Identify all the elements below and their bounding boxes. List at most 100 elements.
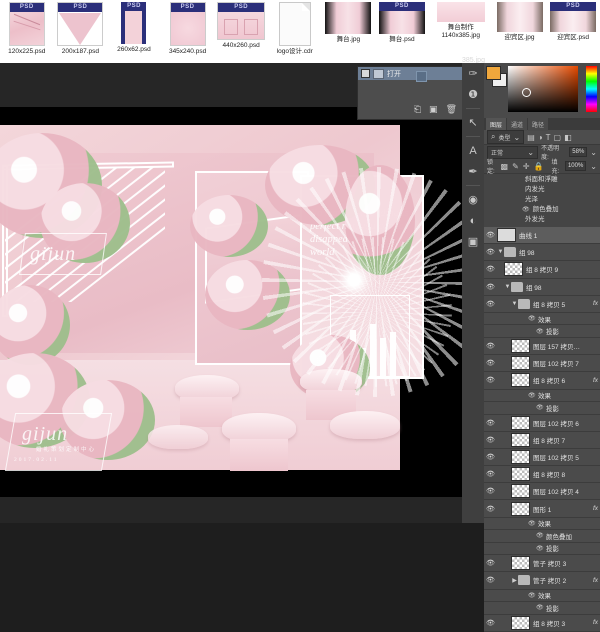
layer-row[interactable]: 👁 组 8 拷贝 9 xyxy=(484,261,600,279)
chevron-down-icon[interactable]: ▼ xyxy=(511,301,518,307)
layer-thumbnail[interactable] xyxy=(511,415,530,430)
file-item[interactable]: 舞台.jpg xyxy=(322,0,376,63)
chevron-right-icon[interactable]: ▶ xyxy=(511,577,518,584)
layer-row[interactable]: 👁 组 8 拷贝 3 fx xyxy=(484,614,600,632)
layer-row[interactable]: 👁 图层 102 拷贝 7 xyxy=(484,355,600,373)
blend-mode-bar[interactable]: 正常 ⌄ 不透明度: 58% ⌄ xyxy=(484,145,600,161)
layer-row[interactable]: 👁 图层 102 拷贝 4 xyxy=(484,483,600,501)
lock-position-icon[interactable]: ✛ xyxy=(523,162,530,171)
chevron-down-icon[interactable]: ▼ xyxy=(504,284,511,290)
trash-icon[interactable]: 🗑 xyxy=(446,104,457,115)
layer-effect-item[interactable]: 👁 投影 xyxy=(484,542,600,556)
file-item[interactable]: 迎宾区.jpg xyxy=(493,0,547,63)
tab-图层[interactable]: 图层 xyxy=(486,117,507,131)
layer-list[interactable]: 👁 曲线 1 👁 ▼ 组 98 👁 组 8 拷贝 9 👁 ▼ 组 98 👁 ▼ 组 8 拷贝 5 fx 👁 效… xyxy=(484,227,600,632)
layer-thumbnail[interactable] xyxy=(511,449,530,464)
layer-thumbnail[interactable] xyxy=(511,467,530,482)
layer-visibility-icon[interactable]: 👁 xyxy=(484,559,497,567)
layer-thumbnail[interactable] xyxy=(511,432,530,447)
layer-thumbnail[interactable] xyxy=(511,356,530,371)
eye-icon[interactable]: 👁 xyxy=(536,328,544,335)
layer-fx-icon[interactable]: fx xyxy=(593,300,600,307)
layer-fx-icon[interactable]: fx xyxy=(593,619,600,626)
layer-thumbnail[interactable] xyxy=(504,262,523,277)
layer-visibility-icon[interactable]: 👁 xyxy=(484,453,497,461)
layer-fx-icon[interactable]: fx xyxy=(593,505,600,512)
tab-通道[interactable]: 通道 xyxy=(507,117,528,131)
layer-visibility-icon[interactable]: 👁 xyxy=(484,576,497,584)
new-doc-icon[interactable]: ⎗ xyxy=(414,104,421,115)
layer-row[interactable]: 👁 管子 拷贝 3 xyxy=(484,555,600,573)
layer-visibility-icon[interactable]: 👁 xyxy=(484,342,497,350)
pen-tool[interactable]: ✒ xyxy=(462,161,484,182)
filter-shape-icon[interactable]: ▢ xyxy=(554,133,562,142)
hue-strip[interactable] xyxy=(586,66,597,112)
lock-all-icon[interactable]: 🔒 xyxy=(533,162,543,171)
info-tool[interactable]: ❶ xyxy=(462,84,484,105)
chevron-down-icon[interactable]: ▼ xyxy=(497,249,504,255)
tool-column[interactable]: ✑ ❶ ↖ A ✒ ◉ ◐ ▣ xyxy=(462,63,485,523)
layer-effect-item[interactable]: 👁 投影 xyxy=(484,325,600,338)
layer-row[interactable]: 👁 组 8 拷贝 8 xyxy=(484,466,600,484)
open-panel-row[interactable]: 打开 xyxy=(358,67,463,80)
file-item[interactable]: PSD 舞台.psd xyxy=(375,0,429,63)
layer-visibility-icon[interactable]: 👁 xyxy=(484,505,497,513)
type-tool[interactable]: A xyxy=(462,140,484,161)
layer-visibility-icon[interactable]: 👁 xyxy=(484,265,497,273)
lock-transparent-icon[interactable]: ▩ xyxy=(501,162,509,171)
layer-row[interactable]: 👁 组 8 拷贝 6 fx xyxy=(484,372,600,390)
layer-row[interactable]: 👁 曲线 1 xyxy=(484,227,600,245)
effect-entry[interactable]: 内发光 xyxy=(484,185,600,195)
color-picker-cursor[interactable] xyxy=(522,88,531,97)
layer-thumbnail[interactable] xyxy=(511,373,530,388)
layer-visibility-icon[interactable]: 👁 xyxy=(484,436,497,444)
eye-icon[interactable]: 👁 xyxy=(536,545,544,552)
file-item[interactable]: PSD 120x225.psd xyxy=(0,0,54,63)
layer-row[interactable]: 👁 组 8 拷贝 7 xyxy=(484,431,600,449)
layer-row[interactable]: 👁 图层 102 拷贝 5 xyxy=(484,448,600,467)
layers-panel-tabs[interactable]: 图层 通道 路径 xyxy=(484,117,600,131)
layer-row[interactable]: 👁 图层 102 拷贝 6 xyxy=(484,414,600,432)
color-gradient-field[interactable] xyxy=(508,66,578,112)
file-item[interactable]: PSD 迎宾区.psd xyxy=(546,0,600,63)
layer-row[interactable]: 👁 ▶ 管子 拷贝 2 fx xyxy=(484,572,600,590)
tab-路径[interactable]: 路径 xyxy=(528,117,549,131)
layer-visibility-icon[interactable]: 👁 xyxy=(484,248,497,256)
layer-visibility-icon[interactable]: 👁 xyxy=(484,619,497,627)
layer-visibility-icon[interactable]: 👁 xyxy=(484,231,497,239)
layer-fx-icon[interactable]: fx xyxy=(593,377,600,384)
filter-kind-select[interactable]: ⌕ 类型 ⌄ xyxy=(487,130,525,144)
eye-icon[interactable]: 👁 xyxy=(528,592,536,599)
filter-adjustment-icon[interactable]: ◑ xyxy=(538,133,543,142)
photoshop-canvas[interactable]: No matter the ending is perfect not, you… xyxy=(0,107,462,497)
window-control-square[interactable] xyxy=(416,71,427,82)
layer-thumbnail[interactable] xyxy=(511,339,530,354)
effect-entry[interactable]: 👁 颜色叠加 xyxy=(484,205,600,215)
layer-effects-group[interactable]: 👁 效果 xyxy=(484,589,600,602)
eye-icon[interactable]: 👁 xyxy=(528,315,536,322)
file-item[interactable]: 舞台制作1140x385.jpg xyxy=(429,0,493,63)
layer-visibility-icon[interactable]: 👁 xyxy=(484,470,497,478)
layer-thumbnail[interactable] xyxy=(497,228,516,243)
camera-icon[interactable]: ▣ xyxy=(429,104,438,115)
effect-entry[interactable]: 斜面和浮雕 xyxy=(484,175,600,185)
filter-smart-icon[interactable]: ◧ xyxy=(564,133,572,142)
layer-row[interactable]: 👁 ▼ 组 98 xyxy=(484,244,600,262)
layer-thumbnail[interactable] xyxy=(511,615,530,630)
layer-row[interactable]: 👁 图形 1 fx xyxy=(484,500,600,518)
eye-icon[interactable]: 👁 xyxy=(536,404,544,411)
history-brush-tool[interactable]: ✑ xyxy=(462,63,484,84)
path-select-tool[interactable]: ↖ xyxy=(462,112,484,133)
file-item[interactable]: PSD 260x62.psd xyxy=(107,0,161,63)
layer-row[interactable]: 👁 图层 157 拷贝… xyxy=(484,337,600,356)
foreground-color-swatch[interactable] xyxy=(486,66,501,80)
dodge-tool[interactable]: ◐ xyxy=(462,210,484,231)
effect-entry[interactable]: 光泽 xyxy=(484,195,600,205)
layer-thumbnail[interactable] xyxy=(511,484,530,499)
eye-icon[interactable]: 👁 xyxy=(536,532,544,539)
layer-fx-icon[interactable]: fx xyxy=(593,577,600,584)
filter-type-icon[interactable]: T xyxy=(546,133,551,142)
file-item[interactable]: PSD 345x240.psd xyxy=(161,0,215,63)
lock-bar[interactable]: 锁定: ▩ ✎ ✛ 🔒 填充: 100% ⌄ xyxy=(484,159,600,175)
eye-icon[interactable]: 👁 xyxy=(528,520,536,527)
